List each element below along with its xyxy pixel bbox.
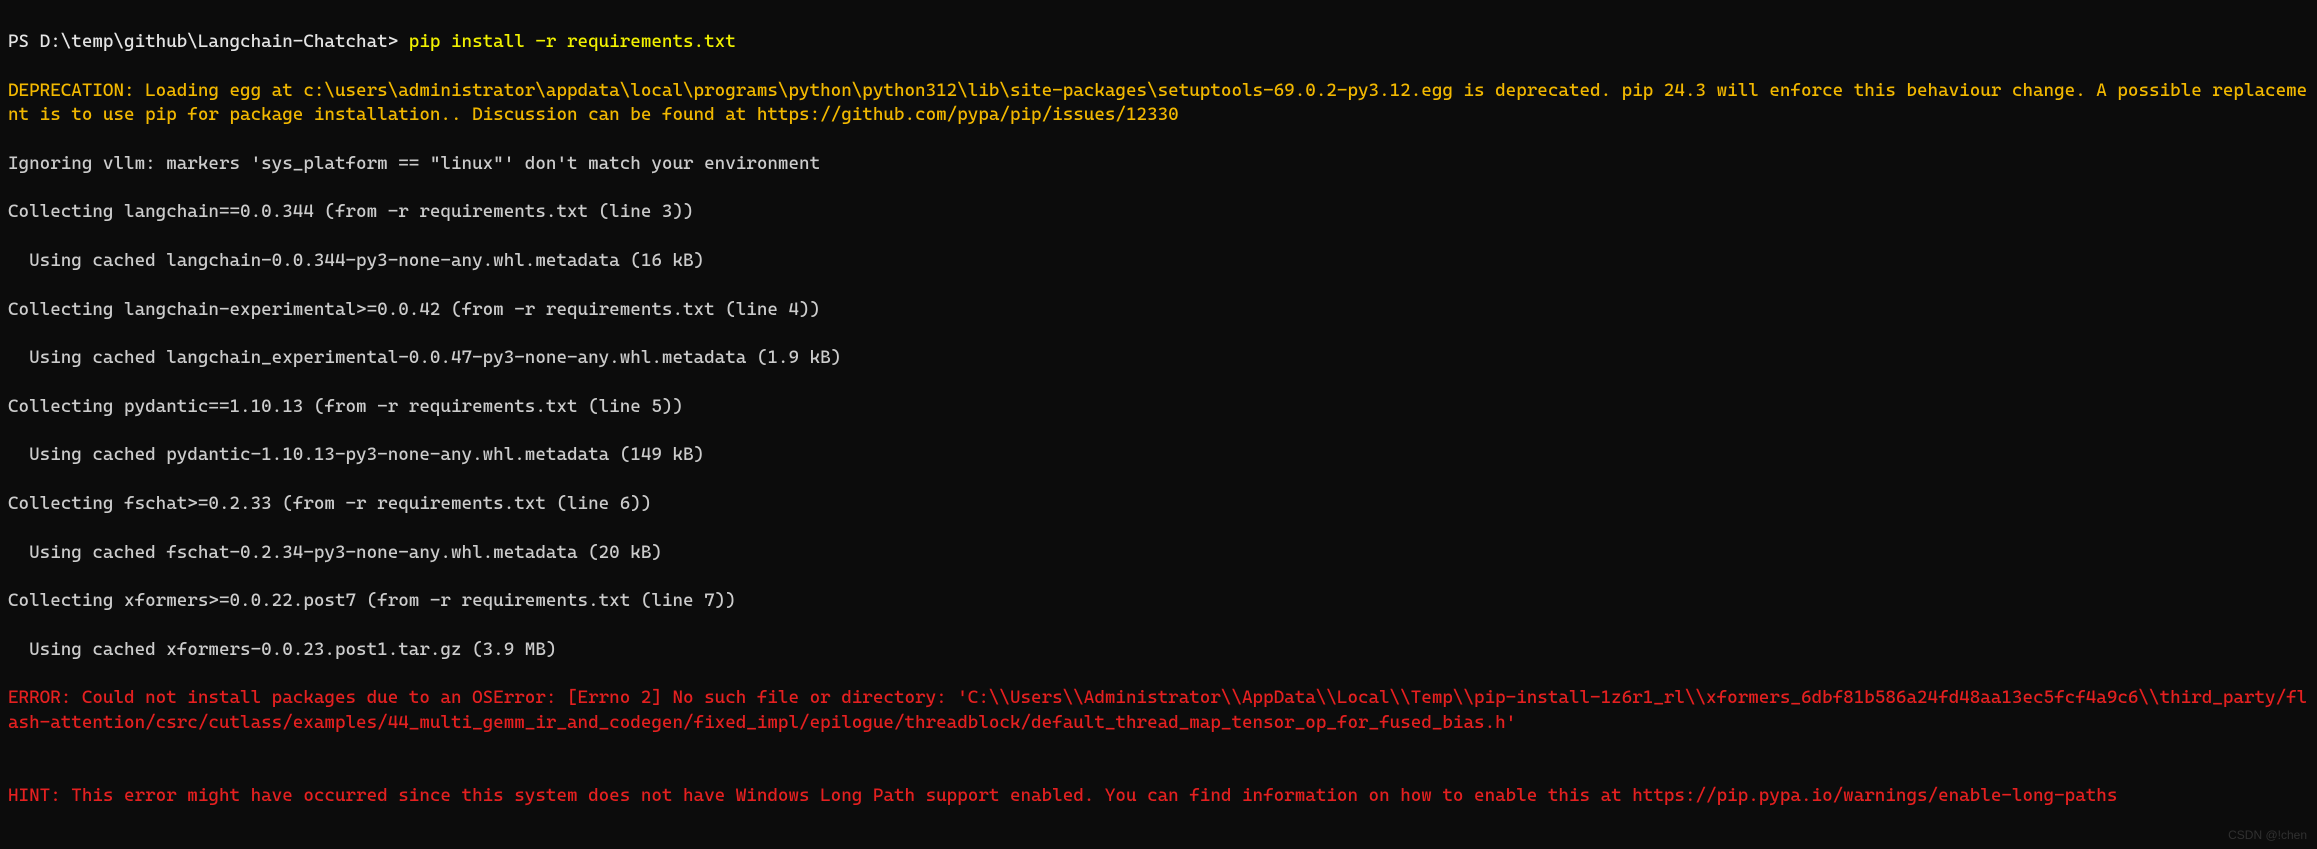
output-line: Collecting langchain-experimental>=0.0.4… bbox=[8, 298, 2309, 322]
command-text: pip install -r requirements.txt bbox=[409, 31, 736, 52]
watermark: CSDN @!chen bbox=[2228, 827, 2307, 843]
output-line: Using cached xformers-0.0.23.post1.tar.g… bbox=[8, 638, 2309, 662]
output-line: Using cached langchain_experimental-0.0.… bbox=[8, 346, 2309, 370]
terminal-output[interactable]: PS D:\temp\github\Langchain-Chatchat> pi… bbox=[0, 0, 2317, 842]
prompt-gt: > bbox=[388, 31, 409, 52]
output-line: Using cached fschat-0.2.34-py3-none-any.… bbox=[8, 541, 2309, 565]
deprecation-warning: DEPRECATION: Loading egg at c:\users\adm… bbox=[8, 79, 2309, 128]
output-line: Collecting langchain==0.0.344 (from -r r… bbox=[8, 200, 2309, 224]
output-line: Using cached pydantic-1.10.13-py3-none-a… bbox=[8, 443, 2309, 467]
output-line: Collecting xformers>=0.0.22.post7 (from … bbox=[8, 589, 2309, 613]
prompt-ps: PS bbox=[8, 31, 40, 52]
output-line: Collecting pydantic==1.10.13 (from -r re… bbox=[8, 395, 2309, 419]
hint-message: HINT: This error might have occurred sin… bbox=[8, 784, 2309, 808]
error-message: ERROR: Could not install packages due to… bbox=[8, 686, 2309, 735]
output-line: Using cached langchain-0.0.344-py3-none-… bbox=[8, 249, 2309, 273]
output-line: Ignoring vllm: markers 'sys_platform == … bbox=[8, 152, 2309, 176]
output-line: Collecting fschat>=0.2.33 (from -r requi… bbox=[8, 492, 2309, 516]
prompt-line: PS D:\temp\github\Langchain-Chatchat> pi… bbox=[8, 30, 2309, 54]
prompt-path: D:\temp\github\Langchain-Chatchat bbox=[40, 31, 388, 52]
